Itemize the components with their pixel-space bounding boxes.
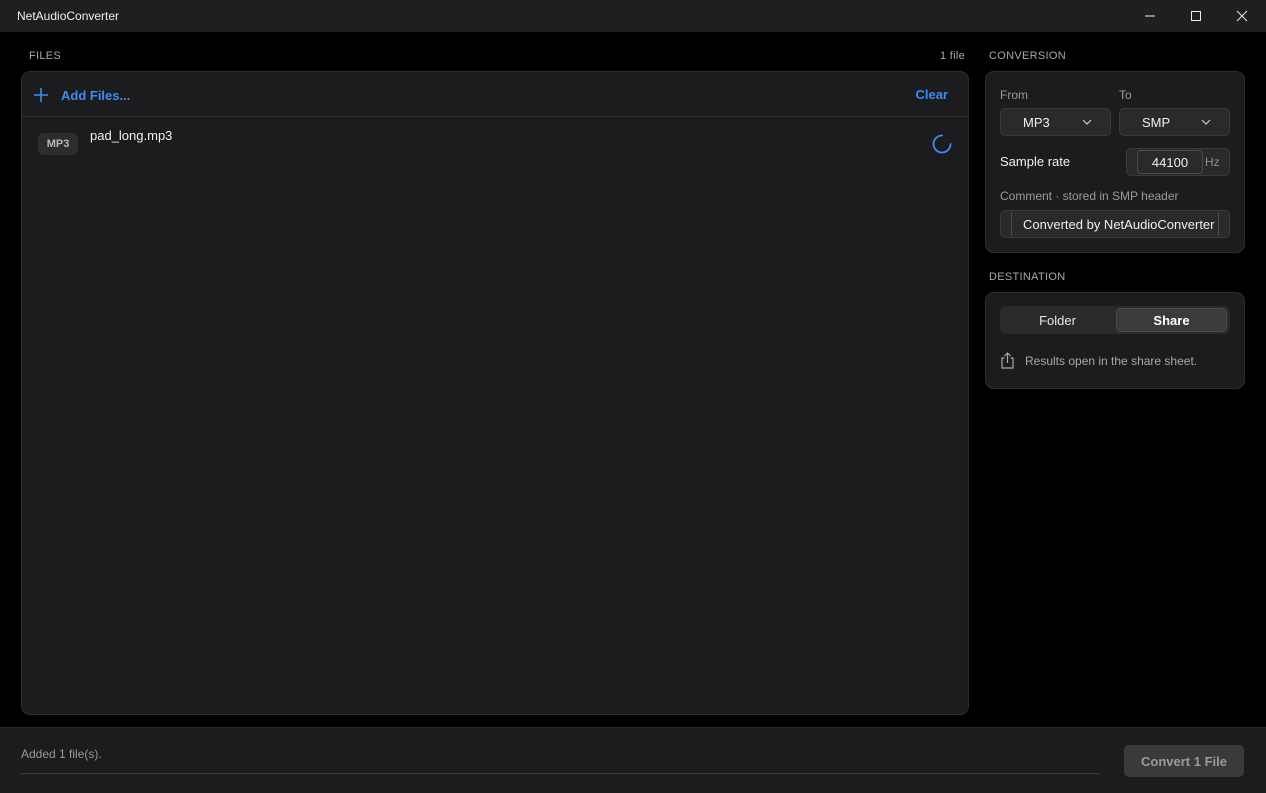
- title-bar: NetAudioConverter: [0, 0, 1266, 32]
- loading-spinner-icon: [932, 134, 952, 154]
- comment-label: Comment · stored in SMP header: [1000, 189, 1179, 203]
- sample-rate-unit: Hz: [1205, 155, 1220, 169]
- conversion-section-label: CONVERSION: [989, 50, 1066, 62]
- destination-option-share[interactable]: Share: [1116, 308, 1227, 332]
- to-label: To: [1119, 88, 1132, 102]
- format-badge: MP3: [38, 133, 78, 155]
- share-info-text: Results open in the share sheet.: [1025, 353, 1198, 368]
- maximize-button[interactable]: [1173, 0, 1219, 32]
- file-count-label: 1 file: [940, 50, 966, 62]
- add-files-label: Add Files...: [61, 87, 131, 103]
- minimize-button[interactable]: [1127, 0, 1173, 32]
- sample-rate-label: Sample rate: [1000, 154, 1071, 169]
- sample-rate-input[interactable]: 44100: [1137, 150, 1203, 174]
- clear-button[interactable]: Clear: [915, 87, 948, 102]
- chevron-down-icon: [1082, 119, 1092, 125]
- status-bar: Added 1 file(s). Convert 1 File: [0, 727, 1266, 793]
- minimize-icon: [1145, 15, 1155, 17]
- app-title: NetAudioConverter: [17, 9, 120, 23]
- conversion-card: From To MP3 SMP Sample rate 44100 Hz Com…: [985, 71, 1245, 253]
- from-label: From: [1000, 88, 1028, 102]
- share-icon: [1001, 352, 1014, 369]
- comment-input[interactable]: Converted by NetAudioConverter: [1011, 212, 1219, 236]
- close-icon: [1236, 10, 1248, 22]
- to-format-select[interactable]: SMP: [1119, 108, 1230, 136]
- files-section-label: FILES: [29, 50, 62, 62]
- from-format-value: MP3: [1023, 114, 1050, 130]
- maximize-icon: [1191, 11, 1201, 21]
- file-list-item[interactable]: MP3 pad_long.mp3: [22, 118, 968, 170]
- status-message: Added 1 file(s).: [21, 747, 102, 761]
- add-files-button[interactable]: Add Files...: [33, 84, 130, 106]
- sample-rate-field: 44100 Hz: [1126, 148, 1230, 176]
- comment-field: Converted by NetAudioConverter: [1000, 210, 1230, 238]
- to-format-value: SMP: [1142, 114, 1171, 130]
- file-name: pad_long.mp3: [90, 128, 173, 143]
- files-toolbar: Add Files... Clear: [22, 72, 968, 117]
- destination-card: Folder Share Results open in the share s…: [985, 292, 1245, 389]
- files-panel: Add Files... Clear MP3 pad_long.mp3: [21, 71, 969, 715]
- destination-option-folder[interactable]: Folder: [1002, 308, 1113, 332]
- destination-segmented-control: Folder Share: [1000, 306, 1230, 334]
- chevron-down-icon: [1201, 119, 1211, 125]
- from-format-select[interactable]: MP3: [1000, 108, 1111, 136]
- plus-icon: [34, 88, 48, 102]
- share-info: Results open in the share sheet.: [1000, 352, 1197, 369]
- convert-button[interactable]: Convert 1 File: [1124, 745, 1244, 777]
- progress-track: [21, 773, 1099, 774]
- destination-section-label: DESTINATION: [989, 271, 1066, 283]
- close-button[interactable]: [1219, 0, 1265, 32]
